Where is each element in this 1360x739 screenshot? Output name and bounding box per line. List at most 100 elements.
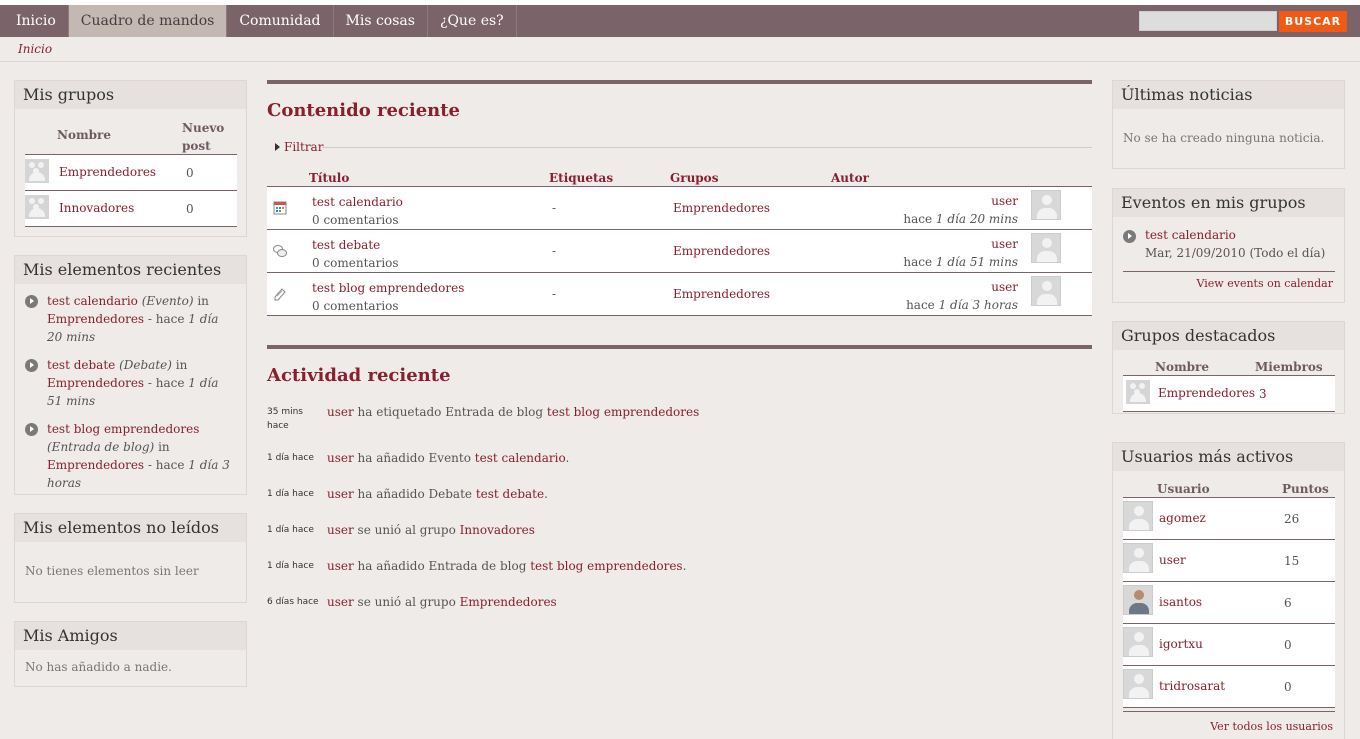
item-link[interactable]: test calendario <box>47 294 138 308</box>
user-points: 15 <box>1284 554 1300 568</box>
arrow-bullet-icon <box>25 295 38 308</box>
item-in: in <box>154 440 170 454</box>
tags-value: - <box>552 244 557 258</box>
group-link[interactable]: Emprendedores <box>59 165 156 179</box>
target-link[interactable]: test blog emprendedores <box>530 559 682 573</box>
divider <box>1123 708 1335 712</box>
tab-inicio[interactable]: Inicio <box>4 5 69 37</box>
group-link[interactable]: Emprendedores <box>673 287 770 301</box>
user-points: 26 <box>1284 512 1300 526</box>
user-avatar[interactable] <box>1123 669 1153 699</box>
table-row: user 15 <box>1123 540 1335 582</box>
item-in: in <box>193 294 209 308</box>
activity-end: . <box>682 559 687 573</box>
group-link[interactable]: Emprendedores <box>1158 386 1255 400</box>
filter-toggle[interactable]: Filtrar <box>275 140 323 154</box>
block-title: Mis elementos no leídos <box>15 514 246 542</box>
time-ago: 1 día 20 mins <box>935 212 1018 226</box>
content-title-link[interactable]: test blog emprendedores <box>312 281 464 295</box>
fieldset-line <box>322 147 1092 148</box>
user-link[interactable]: user <box>327 595 354 609</box>
user-avatar[interactable] <box>1123 627 1153 657</box>
search-input[interactable] <box>1139 11 1277 31</box>
target-link[interactable]: Innovadores <box>460 523 535 537</box>
group-link[interactable]: Emprendedores <box>673 244 770 258</box>
group-avatar-icon <box>25 159 49 183</box>
comment-count: 0 comentarios <box>312 213 399 227</box>
search-button[interactable]: BUSCAR <box>1279 11 1347 32</box>
col-header-title[interactable]: Título <box>309 171 349 185</box>
empty-message: No se ha creado ninguna noticia. <box>1123 131 1325 145</box>
table-row: Emprendedores 3 <box>1123 376 1335 412</box>
col-header-author[interactable]: Autor <box>831 171 869 185</box>
table-header: Usuario Puntos <box>1123 480 1335 498</box>
divider <box>0 61 1360 62</box>
group-link[interactable]: Emprendedores <box>47 376 144 390</box>
activity-end: . <box>544 487 548 501</box>
group-link[interactable]: Emprendedores <box>47 458 144 472</box>
block-title: Mis Amigos <box>15 622 246 650</box>
user-link[interactable]: igortxu <box>1159 637 1203 651</box>
breadcrumb[interactable]: Inicio <box>18 42 52 56</box>
user-points: 0 <box>1284 638 1292 652</box>
recent-items-block: Mis elementos recientes test calendario … <box>14 255 247 495</box>
target-link[interactable]: Emprendedores <box>460 595 557 609</box>
author-link[interactable]: user <box>991 194 1018 208</box>
author-avatar[interactable] <box>1031 190 1061 220</box>
author-avatar[interactable] <box>1031 233 1061 263</box>
view-calendar-link[interactable]: View events on calendar <box>1197 277 1333 290</box>
author-link[interactable]: user <box>991 280 1018 294</box>
list-item: test calendario (Evento) in Emprendedore… <box>25 292 236 346</box>
user-link[interactable]: agomez <box>1159 511 1206 525</box>
group-link[interactable]: Emprendedores <box>673 201 770 215</box>
user-photo-avatar[interactable] <box>1123 585 1153 615</box>
item-link[interactable]: test debate <box>47 358 115 372</box>
member-count: 3 <box>1259 387 1267 401</box>
user-link[interactable]: isantos <box>1159 595 1202 609</box>
activity-action: ha añadido Debate <box>353 487 476 501</box>
tab-comunidad[interactable]: Comunidad <box>227 5 334 37</box>
time-prefix: hace <box>903 212 936 226</box>
user-link[interactable]: user <box>327 405 354 419</box>
tab-mis-cosas[interactable]: Mis cosas <box>334 5 428 37</box>
activity-time: 1 día hace <box>267 489 314 499</box>
arrow-bullet-icon <box>25 359 38 372</box>
groups-table: Nombre Nuevo post Emprendedores 0 Innova… <box>25 109 237 227</box>
activity-end: . <box>565 451 570 465</box>
user-link[interactable]: user <box>327 451 354 465</box>
section-title-content: Contenido reciente <box>267 100 461 121</box>
author-avatar[interactable] <box>1031 276 1061 306</box>
tab-que-es[interactable]: ¿Que es? <box>428 5 517 37</box>
content-title-link[interactable]: test debate <box>312 238 380 252</box>
user-link[interactable]: user <box>327 523 354 537</box>
col-header-name: Nombre <box>57 128 112 142</box>
target-link[interactable]: test blog emprendedores <box>547 405 699 419</box>
content-title-link[interactable]: test calendario <box>312 195 403 209</box>
user-link[interactable]: user <box>327 487 354 501</box>
user-link[interactable]: user <box>327 559 354 573</box>
target-link[interactable]: test calendario <box>475 451 566 465</box>
calendar-icon <box>273 201 287 215</box>
tab-cuadro-de-mandos[interactable]: Cuadro de mandos <box>68 5 228 37</box>
item-link[interactable]: test blog emprendedores <box>47 422 199 436</box>
arrow-bullet-icon <box>25 423 38 436</box>
event-link[interactable]: test calendario <box>1145 228 1236 242</box>
news-block: Últimas noticias No se ha creado ninguna… <box>1112 80 1345 169</box>
filter-label: Filtrar <box>284 140 324 154</box>
user-avatar[interactable] <box>1123 501 1153 531</box>
table-row: agomez 26 <box>1123 498 1335 540</box>
group-link[interactable]: Innovadores <box>59 201 134 215</box>
events-block: Eventos en mis grupos test calendario Ma… <box>1112 188 1345 303</box>
target-link[interactable]: test debate <box>476 487 544 501</box>
tags-value: - <box>552 201 557 215</box>
group-link[interactable]: Emprendedores <box>47 312 144 326</box>
user-link[interactable]: tridrosarat <box>1159 679 1225 693</box>
author-link[interactable]: user <box>991 237 1018 251</box>
col-header-name: Nombre <box>1155 360 1210 374</box>
table-header: Título Etiquetas Grupos Autor <box>267 169 1092 187</box>
table-row: Emprendedores 0 <box>25 155 237 191</box>
view-all-users-link[interactable]: Ver todos los usuarios <box>1210 720 1333 733</box>
user-avatar[interactable] <box>1123 543 1153 573</box>
nav-tabs: Inicio Cuadro de mandos Comunidad Mis co… <box>4 5 517 37</box>
user-link[interactable]: user <box>1159 553 1186 567</box>
